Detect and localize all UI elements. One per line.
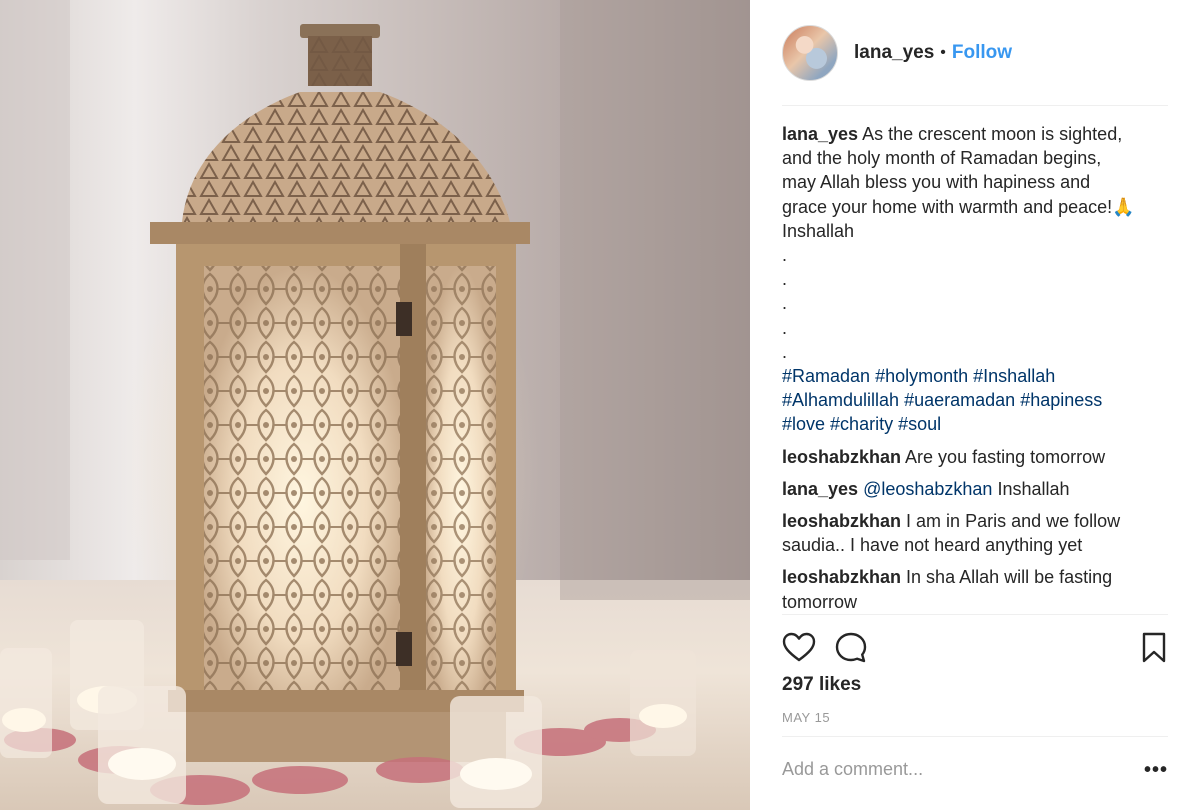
- comment: leoshabzkhan In sha Allah will be fastin…: [782, 565, 1168, 613]
- caption-text-line: Inshallah: [782, 220, 855, 241]
- avatar[interactable]: [782, 24, 838, 81]
- caption-dot: .: [782, 269, 788, 290]
- comments-section: lana_yes As the crescent moon is sighted…: [782, 122, 1168, 622]
- hashtag-link[interactable]: #holymonth: [875, 366, 968, 386]
- instagram-post: lana_yes • Follow lana_yes As the cresce…: [0, 0, 1200, 810]
- caption-dot: .: [782, 245, 788, 266]
- caption: lana_yes As the crescent moon is sighted…: [782, 122, 1168, 437]
- add-comment-section: •••: [782, 736, 1168, 810]
- caption-text-line: may Allah bless you with hapiness and: [782, 172, 1091, 193]
- comment-bubble-icon[interactable]: [834, 631, 868, 665]
- likes-count[interactable]: 297 likes: [782, 674, 861, 696]
- comment-text: Are you fasting tomorrow: [905, 446, 1106, 467]
- caption-dot: .: [782, 317, 788, 338]
- hashtag-link[interactable]: #love: [782, 414, 825, 434]
- heart-icon[interactable]: [782, 631, 816, 665]
- comment: leoshabzkhan I am in Paris and we follow…: [782, 509, 1168, 557]
- post-side-panel: lana_yes • Follow lana_yes As the cresce…: [750, 0, 1200, 810]
- follow-button[interactable]: Follow: [952, 42, 1012, 64]
- comment-input[interactable]: [782, 759, 1112, 780]
- hashtag-line: #Ramadan #holymonth #Inshallah: [782, 364, 1168, 388]
- comment-author[interactable]: leoshabzkhan: [782, 567, 901, 587]
- caption-author[interactable]: lana_yes: [782, 124, 858, 144]
- comment-author[interactable]: leoshabzkhan: [782, 447, 901, 467]
- hashtag-link[interactable]: #hapiness: [1020, 390, 1102, 410]
- hashtag-link[interactable]: #soul: [898, 414, 941, 434]
- caption-text-line: As the crescent moon is sighted,: [862, 124, 1123, 144]
- hashtag-link[interactable]: #uaeramadan: [904, 390, 1015, 410]
- header-separator: •: [940, 43, 946, 61]
- post-header: lana_yes • Follow: [782, 0, 1168, 106]
- comment: lana_yes @leoshabzkhan Inshallah: [782, 477, 1168, 501]
- caption-dot: .: [782, 341, 788, 362]
- comment: leoshabzkhan Are you fasting tomorrow: [782, 445, 1168, 469]
- caption-first-line: lana_yes As the crescent moon is sighted…: [782, 122, 1168, 146]
- comment-author[interactable]: leoshabzkhan: [782, 511, 901, 531]
- hashtag-link[interactable]: #Inshallah: [973, 366, 1055, 386]
- caption-text-line: and the holy month of Ramadan begins,: [782, 148, 1102, 169]
- hashtag-line: #love #charity #soul: [782, 412, 1168, 436]
- comment-text: Inshallah: [997, 478, 1070, 499]
- hashtag-link[interactable]: #Ramadan: [782, 366, 870, 386]
- caption-dot: .: [782, 293, 788, 314]
- bookmark-icon[interactable]: [1140, 631, 1168, 665]
- caption-text-line: grace your home with warmth and peace!🙏: [782, 196, 1135, 217]
- comment-mention[interactable]: @leoshabzkhan: [863, 479, 992, 499]
- more-options-icon[interactable]: •••: [1144, 759, 1168, 782]
- hashtag-link[interactable]: #charity: [830, 414, 893, 434]
- post-photo[interactable]: [0, 0, 750, 810]
- hashtag-line: #Alhamdulillah #uaeramadan #hapiness: [782, 388, 1168, 412]
- header-username[interactable]: lana_yes: [854, 42, 934, 64]
- comment-author[interactable]: lana_yes: [782, 479, 858, 499]
- post-date[interactable]: MAY 15: [782, 710, 830, 725]
- hashtag-link[interactable]: #Alhamdulillah: [782, 390, 899, 410]
- lantern-illustration: [0, 0, 750, 808]
- action-bar: [782, 614, 1168, 673]
